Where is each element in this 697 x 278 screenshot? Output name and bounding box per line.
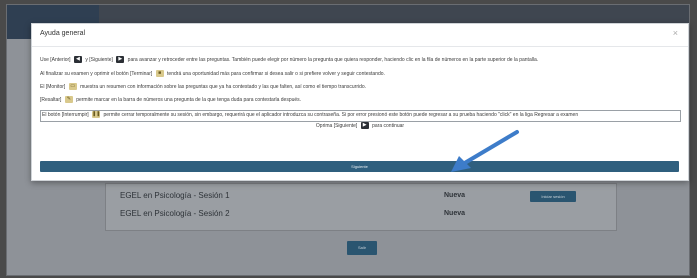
sessions-panel: EGEL en Psicología - Sesión 1 Nueva Inic… xyxy=(105,183,617,231)
session-row-1-status: Nueva xyxy=(444,192,466,199)
session-row-1-name: EGEL en Psicología - Sesión 1 xyxy=(120,191,230,200)
help-line-finish: Al finalizar su examen y oprimir el botó… xyxy=(40,70,385,78)
help-line-interrupt: El botón [Interrumpir] ❚❚ permite cerrar… xyxy=(42,111,578,119)
help-text: permite marcar en la barra de números un… xyxy=(76,97,302,103)
highlight-key-icon: ✎ xyxy=(64,96,73,104)
session-row-2-name: EGEL en Psicología - Sesión 2 xyxy=(120,209,230,218)
dialog-divider xyxy=(32,46,688,47)
start-session-button[interactable]: Iniciar sesión xyxy=(530,191,576,202)
help-text: tendrá una oportunidad más para confirma… xyxy=(167,71,385,77)
help-line-highlight: [Resaltar] ✎ permite marcar en la barra … xyxy=(40,96,301,104)
help-text: Al finalizar su examen y oprimir el botó… xyxy=(40,71,153,77)
next-button[interactable]: Siguiente xyxy=(40,161,679,172)
help-text: para avanzar y retroceder entre las preg… xyxy=(127,57,539,63)
help-text: muestra un resumen con información sobre… xyxy=(80,84,367,90)
dialog-title: Ayuda general xyxy=(40,30,86,37)
help-text: El [Monitor] xyxy=(40,84,66,90)
monitor-key-icon: ▭ xyxy=(68,83,77,91)
help-dialog: Ayuda general × Use [Anterior] ◀ y [Sigu… xyxy=(31,23,689,181)
session-row-2-status: Nueva xyxy=(444,210,466,217)
finish-key-icon: ■ xyxy=(155,70,164,78)
help-line-navigation: Use [Anterior] ◀ y [Siguiente] ▶ para av… xyxy=(40,56,538,64)
help-text: permite cerrar temporalmente su sesión, … xyxy=(103,112,579,118)
exit-button[interactable]: Salir xyxy=(347,241,377,255)
next-key-icon: ▶ xyxy=(360,122,369,129)
pointer-arrow-icon xyxy=(451,130,519,172)
previous-key-icon: ◀ xyxy=(73,56,82,64)
help-line-continue: Oprima [Siguiente] ▶ para continuar xyxy=(32,122,688,129)
interrupt-key-icon: ❚❚ xyxy=(92,111,101,119)
help-text: para continuar xyxy=(372,122,405,129)
help-text: Oprima [Siguiente] xyxy=(315,122,358,129)
help-text: El botón [Interrumpir] xyxy=(42,112,89,118)
help-text: y [Siguiente] xyxy=(85,57,113,63)
close-icon[interactable]: × xyxy=(673,28,678,38)
help-text: [Resaltar] xyxy=(40,97,62,103)
help-line-monitor: El [Monitor] ▭ muestra un resumen con in… xyxy=(40,83,366,91)
next-key-icon: ▶ xyxy=(116,56,125,64)
help-text: Use [Anterior] xyxy=(40,57,71,63)
